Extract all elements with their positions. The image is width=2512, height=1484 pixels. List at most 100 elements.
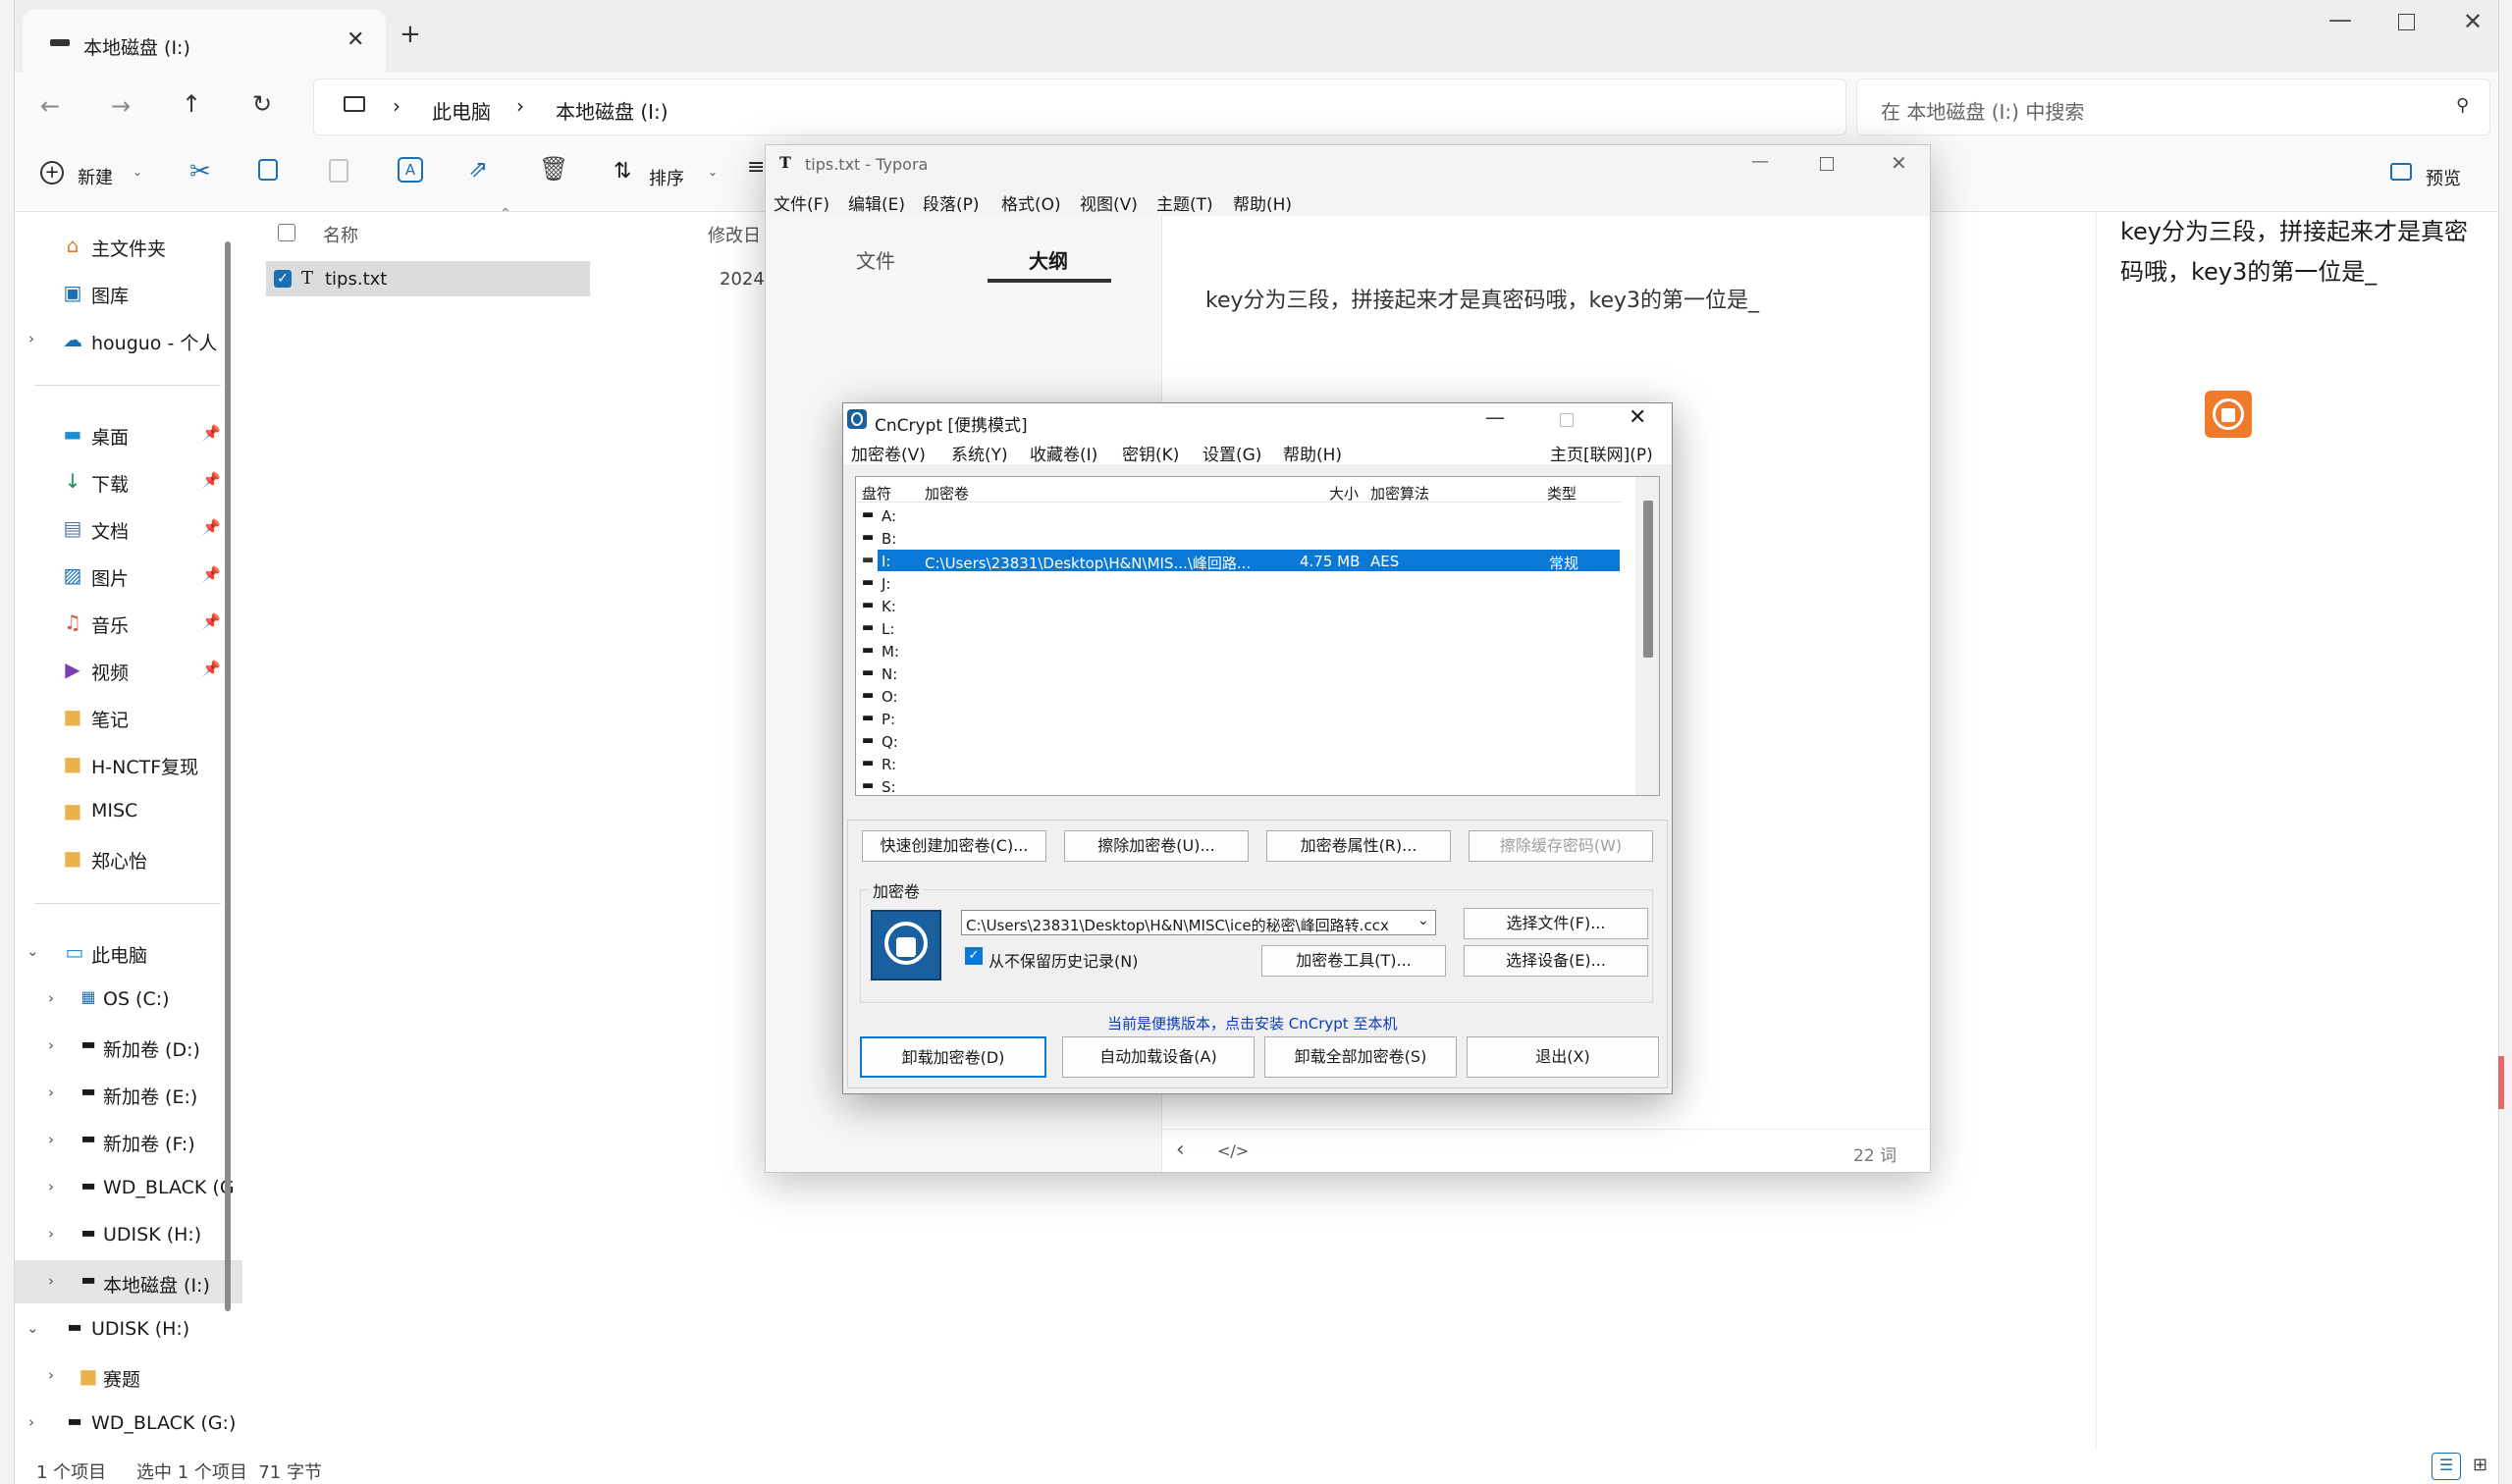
volume-path-select[interactable]: C:\Users\23831\Desktop\H&N\MISC\ice的秘密\峰…: [961, 910, 1436, 935]
sidebar-item-notes[interactable]: ■ 笔记: [15, 695, 242, 738]
delete-icon[interactable]: 🗑: [539, 155, 568, 183]
typora-menu-edit[interactable]: 编辑(E): [848, 190, 905, 215]
drive-row-a[interactable]: ▬ A:: [856, 504, 1620, 527]
refresh-icon[interactable]: ↻: [252, 90, 272, 118]
pin-icon[interactable]: 📌: [202, 565, 221, 583]
sidebar-item-onedrive[interactable]: › ☁ houguo - 个人: [15, 318, 242, 361]
back-icon[interactable]: ←: [40, 92, 60, 120]
drive-row-j[interactable]: ▬ J:: [856, 572, 1620, 595]
exit-button[interactable]: 退出(X): [1467, 1036, 1659, 1078]
chevron-down-icon[interactable]: ⌄: [27, 1319, 39, 1337]
sidebar-item-drive-h[interactable]: › ▬ UDISK (H:): [15, 1213, 242, 1256]
cnc-menu-help[interactable]: 帮助(H): [1283, 441, 1342, 465]
drive-list-scrollbar[interactable]: [1635, 477, 1659, 795]
drive-row-l[interactable]: ▬ L:: [856, 617, 1620, 640]
typora-menu-view[interactable]: 视图(V): [1080, 190, 1138, 215]
drive-row-m[interactable]: ▬ M:: [856, 640, 1620, 662]
cnc-menu-volumes[interactable]: 加密卷(V): [851, 441, 926, 465]
pin-icon[interactable]: 📌: [202, 471, 221, 489]
col-drive[interactable]: 盘符: [862, 483, 891, 504]
pin-icon[interactable]: 📌: [202, 424, 221, 442]
sidebar-item-drive-e[interactable]: › ▬ 新加卷 (E:): [15, 1072, 242, 1115]
typora-minimize-icon[interactable]: —: [1751, 151, 1769, 172]
no-history-label[interactable]: 从不保留历史记录(N): [989, 948, 1138, 972]
portable-notice-link[interactable]: 当前是便携版本，点击安装 CnCrypt 至本机: [1107, 1013, 1397, 1034]
chevron-right-icon[interactable]: ›: [48, 1131, 54, 1148]
cnc-menu-favorites[interactable]: 收藏卷(I): [1030, 441, 1097, 465]
editor-content[interactable]: key分为三段，拼接起来才是真密码哦，key3的第一位是_: [1205, 283, 1759, 314]
sidebar-item-downloads[interactable]: ↓ 下载 📌: [15, 459, 242, 503]
sort-button[interactable]: ⇅ 排序 ⌄: [614, 157, 731, 196]
chevron-down-icon[interactable]: ⌄: [27, 942, 39, 960]
column-header-modified[interactable]: 修改日: [708, 222, 761, 247]
share-icon[interactable]: ⇗: [468, 155, 488, 183]
sidebar-item-udisk[interactable]: ⌄ ▬ UDISK (H:): [15, 1307, 242, 1351]
drive-row-p[interactable]: ▬ P:: [856, 708, 1620, 730]
drive-row-o[interactable]: ▬ O:: [856, 685, 1620, 708]
volume-tools-button[interactable]: 加密卷工具(T)...: [1261, 945, 1446, 977]
sidebar-item-hnctf[interactable]: ■ H-NCTF复现: [15, 742, 242, 785]
chevron-right-icon[interactable]: ›: [48, 1178, 54, 1195]
chevron-right-icon[interactable]: ›: [48, 1272, 54, 1290]
scroll-thumb[interactable]: [1643, 501, 1653, 658]
chevron-right-icon[interactable]: ›: [48, 1366, 54, 1384]
sidebar-item-zhengxinyi[interactable]: ■ 郑心怡: [15, 836, 242, 879]
cut-icon[interactable]: ✂: [189, 157, 211, 186]
sidebar-item-drive-g[interactable]: › ▬ WD_BLACK (G: [15, 1166, 242, 1209]
typora-menu-theme[interactable]: 主题(T): [1156, 190, 1213, 215]
cnc-minimize-icon[interactable]: —: [1485, 405, 1505, 429]
select-all-checkbox[interactable]: [278, 224, 295, 241]
table-row[interactable]: ✓ T tips.txt: [266, 261, 590, 296]
drive-row-b[interactable]: ▬ B:: [856, 527, 1620, 550]
tiles-view-icon[interactable]: ⊞: [2473, 1455, 2487, 1475]
word-count[interactable]: 22 词: [1853, 1141, 1897, 1166]
minimize-icon[interactable]: —: [2328, 6, 2352, 33]
chevron-left-icon[interactable]: ‹: [1176, 1138, 1185, 1162]
select-device-button[interactable]: 选择设备(E)...: [1464, 945, 1648, 977]
breadcrumb-local-disk[interactable]: 本地磁盘 (I:): [556, 96, 668, 125]
tab-outline[interactable]: 大纲: [1029, 245, 1068, 274]
new-tab-icon[interactable]: +: [400, 20, 421, 49]
details-view-icon[interactable]: ☰: [2432, 1453, 2461, 1480]
sidebar-item-drive-i[interactable]: › ▬ 本地磁盘 (I:): [15, 1260, 242, 1303]
sidebar-item-desktop[interactable]: ▬ 桌面 📌: [15, 412, 242, 455]
drive-row-r[interactable]: ▬ R:: [856, 753, 1620, 775]
sidebar-item-this-pc[interactable]: ⌄ ▭ 此电脑: [15, 930, 242, 974]
pin-icon[interactable]: 📌: [202, 612, 221, 630]
no-history-checkbox[interactable]: ✓: [965, 947, 983, 965]
auto-mount-button[interactable]: 自动加载设备(A): [1062, 1036, 1255, 1078]
breadcrumb-this-pc[interactable]: 此电脑: [432, 96, 491, 125]
col-type[interactable]: 类型: [1547, 483, 1577, 504]
sidebar-item-saiti[interactable]: › ■ 赛题: [15, 1354, 242, 1398]
cnc-menu-keys[interactable]: 密钥(K): [1122, 441, 1179, 465]
source-code-icon[interactable]: </>: [1217, 1141, 1249, 1160]
maximize-icon[interactable]: [2398, 14, 2415, 30]
tab-files[interactable]: 文件: [856, 245, 895, 274]
close-icon[interactable]: ✕: [2463, 8, 2483, 35]
sidebar-item-pictures[interactable]: ▨ 图片 📌: [15, 554, 242, 597]
chevron-right-icon[interactable]: ›: [28, 330, 34, 347]
select-file-button[interactable]: 选择文件(F)...: [1464, 908, 1648, 939]
col-algorithm[interactable]: 加密算法: [1370, 483, 1429, 504]
new-button[interactable]: + 新建 ⌄: [40, 157, 148, 196]
sidebar-item-videos[interactable]: ▶ 视频 📌: [15, 648, 242, 691]
typora-menu-help[interactable]: 帮助(H): [1233, 190, 1292, 215]
rename-icon[interactable]: A: [398, 157, 423, 183]
chevron-right-icon[interactable]: ›: [48, 1036, 54, 1054]
view-icon[interactable]: ≡: [747, 155, 765, 180]
row-checkbox[interactable]: ✓: [274, 270, 292, 288]
sidebar-item-misc[interactable]: ■ MISC: [15, 789, 242, 832]
chevron-right-icon[interactable]: ›: [48, 1225, 54, 1243]
sidebar-item-gallery[interactable]: ▣ 图库: [15, 271, 242, 314]
sidebar-scrollbar[interactable]: [225, 241, 231, 1311]
up-icon[interactable]: ↑: [182, 90, 201, 118]
sidebar-item-music[interactable]: ♫ 音乐 📌: [15, 601, 242, 644]
tab-local-disk[interactable]: 本地磁盘 (I:) ✕: [23, 10, 386, 73]
col-size[interactable]: 大小: [1329, 483, 1359, 504]
cnc-close-icon[interactable]: ✕: [1629, 405, 1646, 430]
drive-row-n[interactable]: ▬ N:: [856, 662, 1620, 685]
chevron-right-icon[interactable]: ›: [28, 1413, 34, 1431]
typora-menu-file[interactable]: 文件(F): [774, 190, 829, 215]
copy-icon[interactable]: [258, 159, 278, 181]
dismount-button[interactable]: 卸载加密卷(D): [860, 1036, 1046, 1078]
